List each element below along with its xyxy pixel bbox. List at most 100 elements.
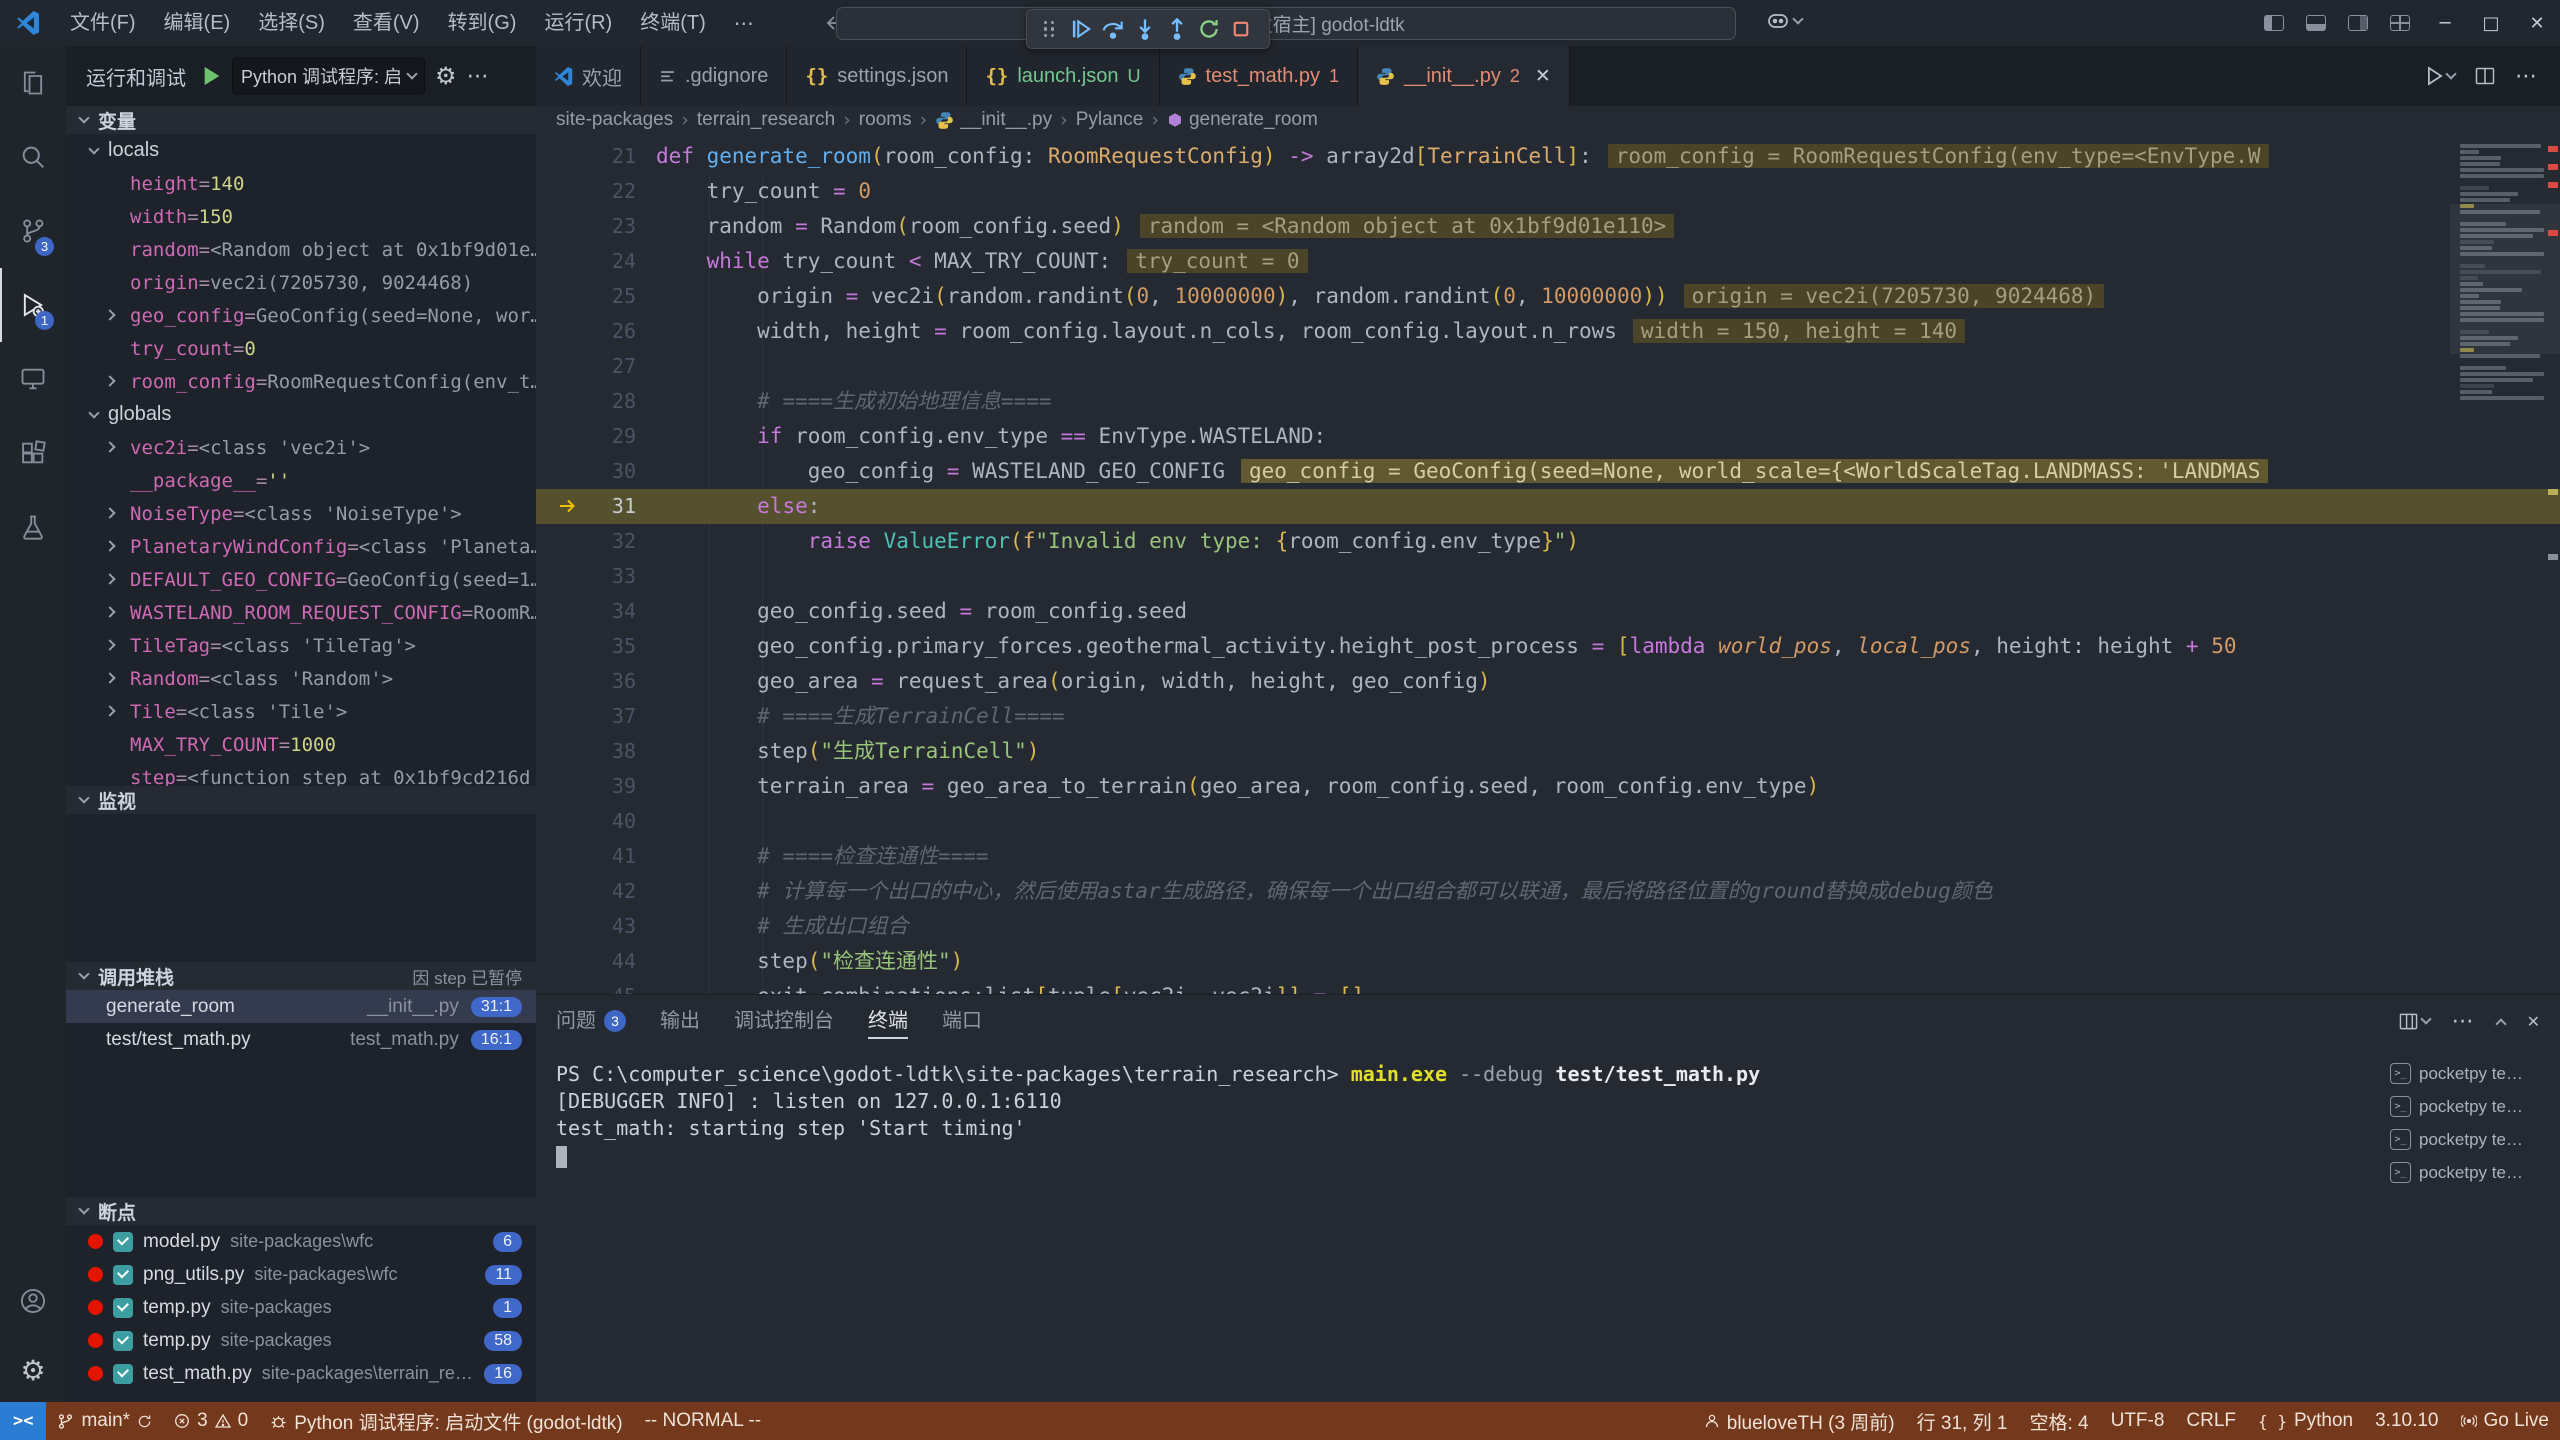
menu-item[interactable]: 编辑(E) bbox=[150, 0, 245, 46]
source-control-icon[interactable]: 3 bbox=[0, 194, 66, 268]
panel-tab-端口[interactable]: 端口 bbox=[942, 995, 982, 1047]
continue-icon[interactable] bbox=[1065, 13, 1097, 45]
breakpoint-checkbox[interactable] bbox=[113, 1298, 133, 1318]
breakpoint-checkbox[interactable] bbox=[113, 1364, 133, 1384]
variable-row[interactable]: PlanetaryWindConfig = <class 'Planeta… bbox=[66, 530, 536, 563]
line-number[interactable]: 21 bbox=[536, 139, 636, 174]
variable-row[interactable]: MAX_TRY_COUNT = 1000 bbox=[66, 728, 536, 761]
terminal-layout-icon[interactable] bbox=[2399, 1012, 2430, 1031]
menu-item[interactable]: 终端(T) bbox=[626, 0, 720, 46]
breadcrumb-item[interactable]: rooms bbox=[859, 109, 912, 131]
menu-item[interactable]: 运行(R) bbox=[530, 0, 626, 46]
debug-session-status[interactable]: Python 调试程序: 启动文件 (godot-ldtk) bbox=[259, 1402, 633, 1440]
variable-row[interactable]: vec2i = <class 'vec2i'> bbox=[66, 431, 536, 464]
restart-icon[interactable] bbox=[1193, 13, 1225, 45]
line-number[interactable]: 25 bbox=[536, 279, 636, 314]
customize-layout-icon[interactable] bbox=[2390, 15, 2410, 31]
watch-section-header[interactable]: 监视 bbox=[66, 786, 536, 814]
tab-launch-json[interactable]: {}launch.jsonU bbox=[967, 46, 1159, 106]
breakpoint-row[interactable]: model.pysite-packages\wfc6 bbox=[66, 1225, 536, 1258]
breakpoint-checkbox[interactable] bbox=[113, 1232, 133, 1252]
line-number[interactable]: 44 bbox=[536, 944, 636, 979]
breakpoint-row[interactable]: temp.pysite-packages1 bbox=[66, 1291, 536, 1324]
blame-status[interactable]: blueloveTH (3 周前) bbox=[1693, 1402, 1906, 1440]
variable-row[interactable]: try_count = 0 bbox=[66, 332, 536, 365]
stop-icon[interactable] bbox=[1225, 13, 1257, 45]
tab--[interactable]: 欢迎 bbox=[536, 46, 641, 106]
debug-settings-gear-icon[interactable]: ⚙ bbox=[435, 62, 457, 90]
copilot-button[interactable] bbox=[1766, 10, 1802, 32]
line-number[interactable]: 28 bbox=[536, 384, 636, 419]
breakpoint-row[interactable]: test_math.pysite-packages\terrain_res…16 bbox=[66, 1357, 536, 1390]
variable-row[interactable]: TileTag = <class 'TileTag'> bbox=[66, 629, 536, 662]
variable-row[interactable]: origin = vec2i(7205730, 9024468) bbox=[66, 266, 536, 299]
breadcrumb-item[interactable]: generate_room bbox=[1167, 109, 1318, 131]
terminal-list-item[interactable]: >_pocketpy te… bbox=[2382, 1090, 2560, 1123]
panel-tab-终端[interactable]: 终端 bbox=[868, 995, 908, 1047]
line-number[interactable]: 42 bbox=[536, 874, 636, 909]
sidebar-more-button[interactable]: ⋯ bbox=[467, 64, 490, 89]
breadcrumb-item[interactable]: site-packages bbox=[556, 109, 673, 131]
line-number[interactable]: 35 bbox=[536, 629, 636, 664]
variable-row[interactable]: __package__ = '' bbox=[66, 464, 536, 497]
indentation-status[interactable]: 空格: 4 bbox=[2018, 1402, 2099, 1440]
tab--init-py[interactable]: __init__.py2✕ bbox=[1358, 46, 1570, 106]
breakpoint-row[interactable]: png_utils.pysite-packages\wfc11 bbox=[66, 1258, 536, 1291]
account-icon[interactable] bbox=[0, 1264, 66, 1338]
minimap-slider[interactable] bbox=[2450, 204, 2560, 354]
terminal-list-item[interactable]: >_pocketpy te… bbox=[2382, 1156, 2560, 1189]
menu-item[interactable]: 转到(G) bbox=[434, 0, 531, 46]
menu-item[interactable]: 选择(S) bbox=[244, 0, 339, 46]
tab--gdignore[interactable]: .gdignore bbox=[641, 46, 787, 106]
python-version-status[interactable]: 3.10.10 bbox=[2364, 1402, 2449, 1440]
line-number[interactable]: 27 bbox=[536, 349, 636, 384]
menu-item[interactable]: 文件(F) bbox=[56, 0, 150, 46]
line-number[interactable]: 39 bbox=[536, 769, 636, 804]
breakpoint-checkbox[interactable] bbox=[113, 1265, 133, 1285]
maximize-panel-icon[interactable] bbox=[2495, 1018, 2506, 1029]
vim-mode-indicator[interactable]: -- NORMAL -- bbox=[634, 1402, 772, 1440]
extensions-icon[interactable] bbox=[0, 416, 66, 490]
encoding-status[interactable]: UTF-8 bbox=[2100, 1402, 2176, 1440]
breakpoints-section-header[interactable]: 断点 bbox=[66, 1197, 536, 1225]
variable-row[interactable]: step = <function step at 0x1bf9cd216d bbox=[66, 761, 536, 786]
line-number[interactable]: 37 bbox=[536, 699, 636, 734]
line-number[interactable]: 34 bbox=[536, 594, 636, 629]
step-over-icon[interactable] bbox=[1097, 13, 1129, 45]
variable-row[interactable]: random = <Random object at 0x1bf9d01e… bbox=[66, 233, 536, 266]
menu-item[interactable]: 查看(V) bbox=[339, 0, 434, 46]
variable-row[interactable]: Random = <class 'Random'> bbox=[66, 662, 536, 695]
start-debug-button[interactable] bbox=[202, 65, 222, 87]
variable-row[interactable]: NoiseType = <class 'NoiseType'> bbox=[66, 497, 536, 530]
variable-scope-row[interactable]: globals bbox=[66, 398, 536, 431]
toggle-sidebar-icon[interactable] bbox=[2264, 15, 2284, 31]
code-editor[interactable]: 2021def generate_room(room_config: RoomR… bbox=[536, 134, 2560, 994]
testing-icon[interactable] bbox=[0, 490, 66, 564]
variable-row[interactable]: Tile = <class 'Tile'> bbox=[66, 695, 536, 728]
close-panel-icon[interactable]: ✕ bbox=[2527, 1012, 2540, 1031]
remote-indicator[interactable]: >< bbox=[0, 1402, 46, 1440]
problems-status[interactable]: 3 0 bbox=[163, 1402, 259, 1440]
line-number[interactable]: 29 bbox=[536, 419, 636, 454]
line-number[interactable]: 40 bbox=[536, 804, 636, 839]
line-number[interactable]: 26 bbox=[536, 314, 636, 349]
breadcrumb-item[interactable]: Pylance bbox=[1076, 109, 1144, 131]
panel-tab-问题[interactable]: 问题3 bbox=[556, 995, 626, 1047]
breadcrumb-item[interactable]: terrain_research bbox=[697, 109, 835, 131]
variable-scope-row[interactable]: locals bbox=[66, 134, 536, 167]
eol-status[interactable]: CRLF bbox=[2175, 1402, 2247, 1440]
toggle-secondary-sidebar-icon[interactable] bbox=[2348, 15, 2368, 31]
tab-test-math-py[interactable]: test_math.py1 bbox=[1160, 46, 1359, 106]
terminal-list-item[interactable]: >_pocketpy te… bbox=[2382, 1057, 2560, 1090]
line-number[interactable]: 24 bbox=[536, 244, 636, 279]
line-number[interactable]: 36 bbox=[536, 664, 636, 699]
breadcrumb-item[interactable]: __init__.py bbox=[935, 109, 1052, 131]
maximize-button[interactable]: □ bbox=[2468, 0, 2514, 46]
line-number[interactable]: 33 bbox=[536, 559, 636, 594]
remote-explorer-icon[interactable] bbox=[0, 342, 66, 416]
split-editor-icon[interactable] bbox=[2475, 66, 2495, 86]
run-and-debug-icon[interactable]: 1 bbox=[0, 268, 66, 342]
line-number[interactable]: 41 bbox=[536, 839, 636, 874]
callstack-frame[interactable]: generate_room__init__.py31:1 bbox=[66, 990, 536, 1023]
toggle-panel-icon[interactable] bbox=[2306, 15, 2326, 31]
